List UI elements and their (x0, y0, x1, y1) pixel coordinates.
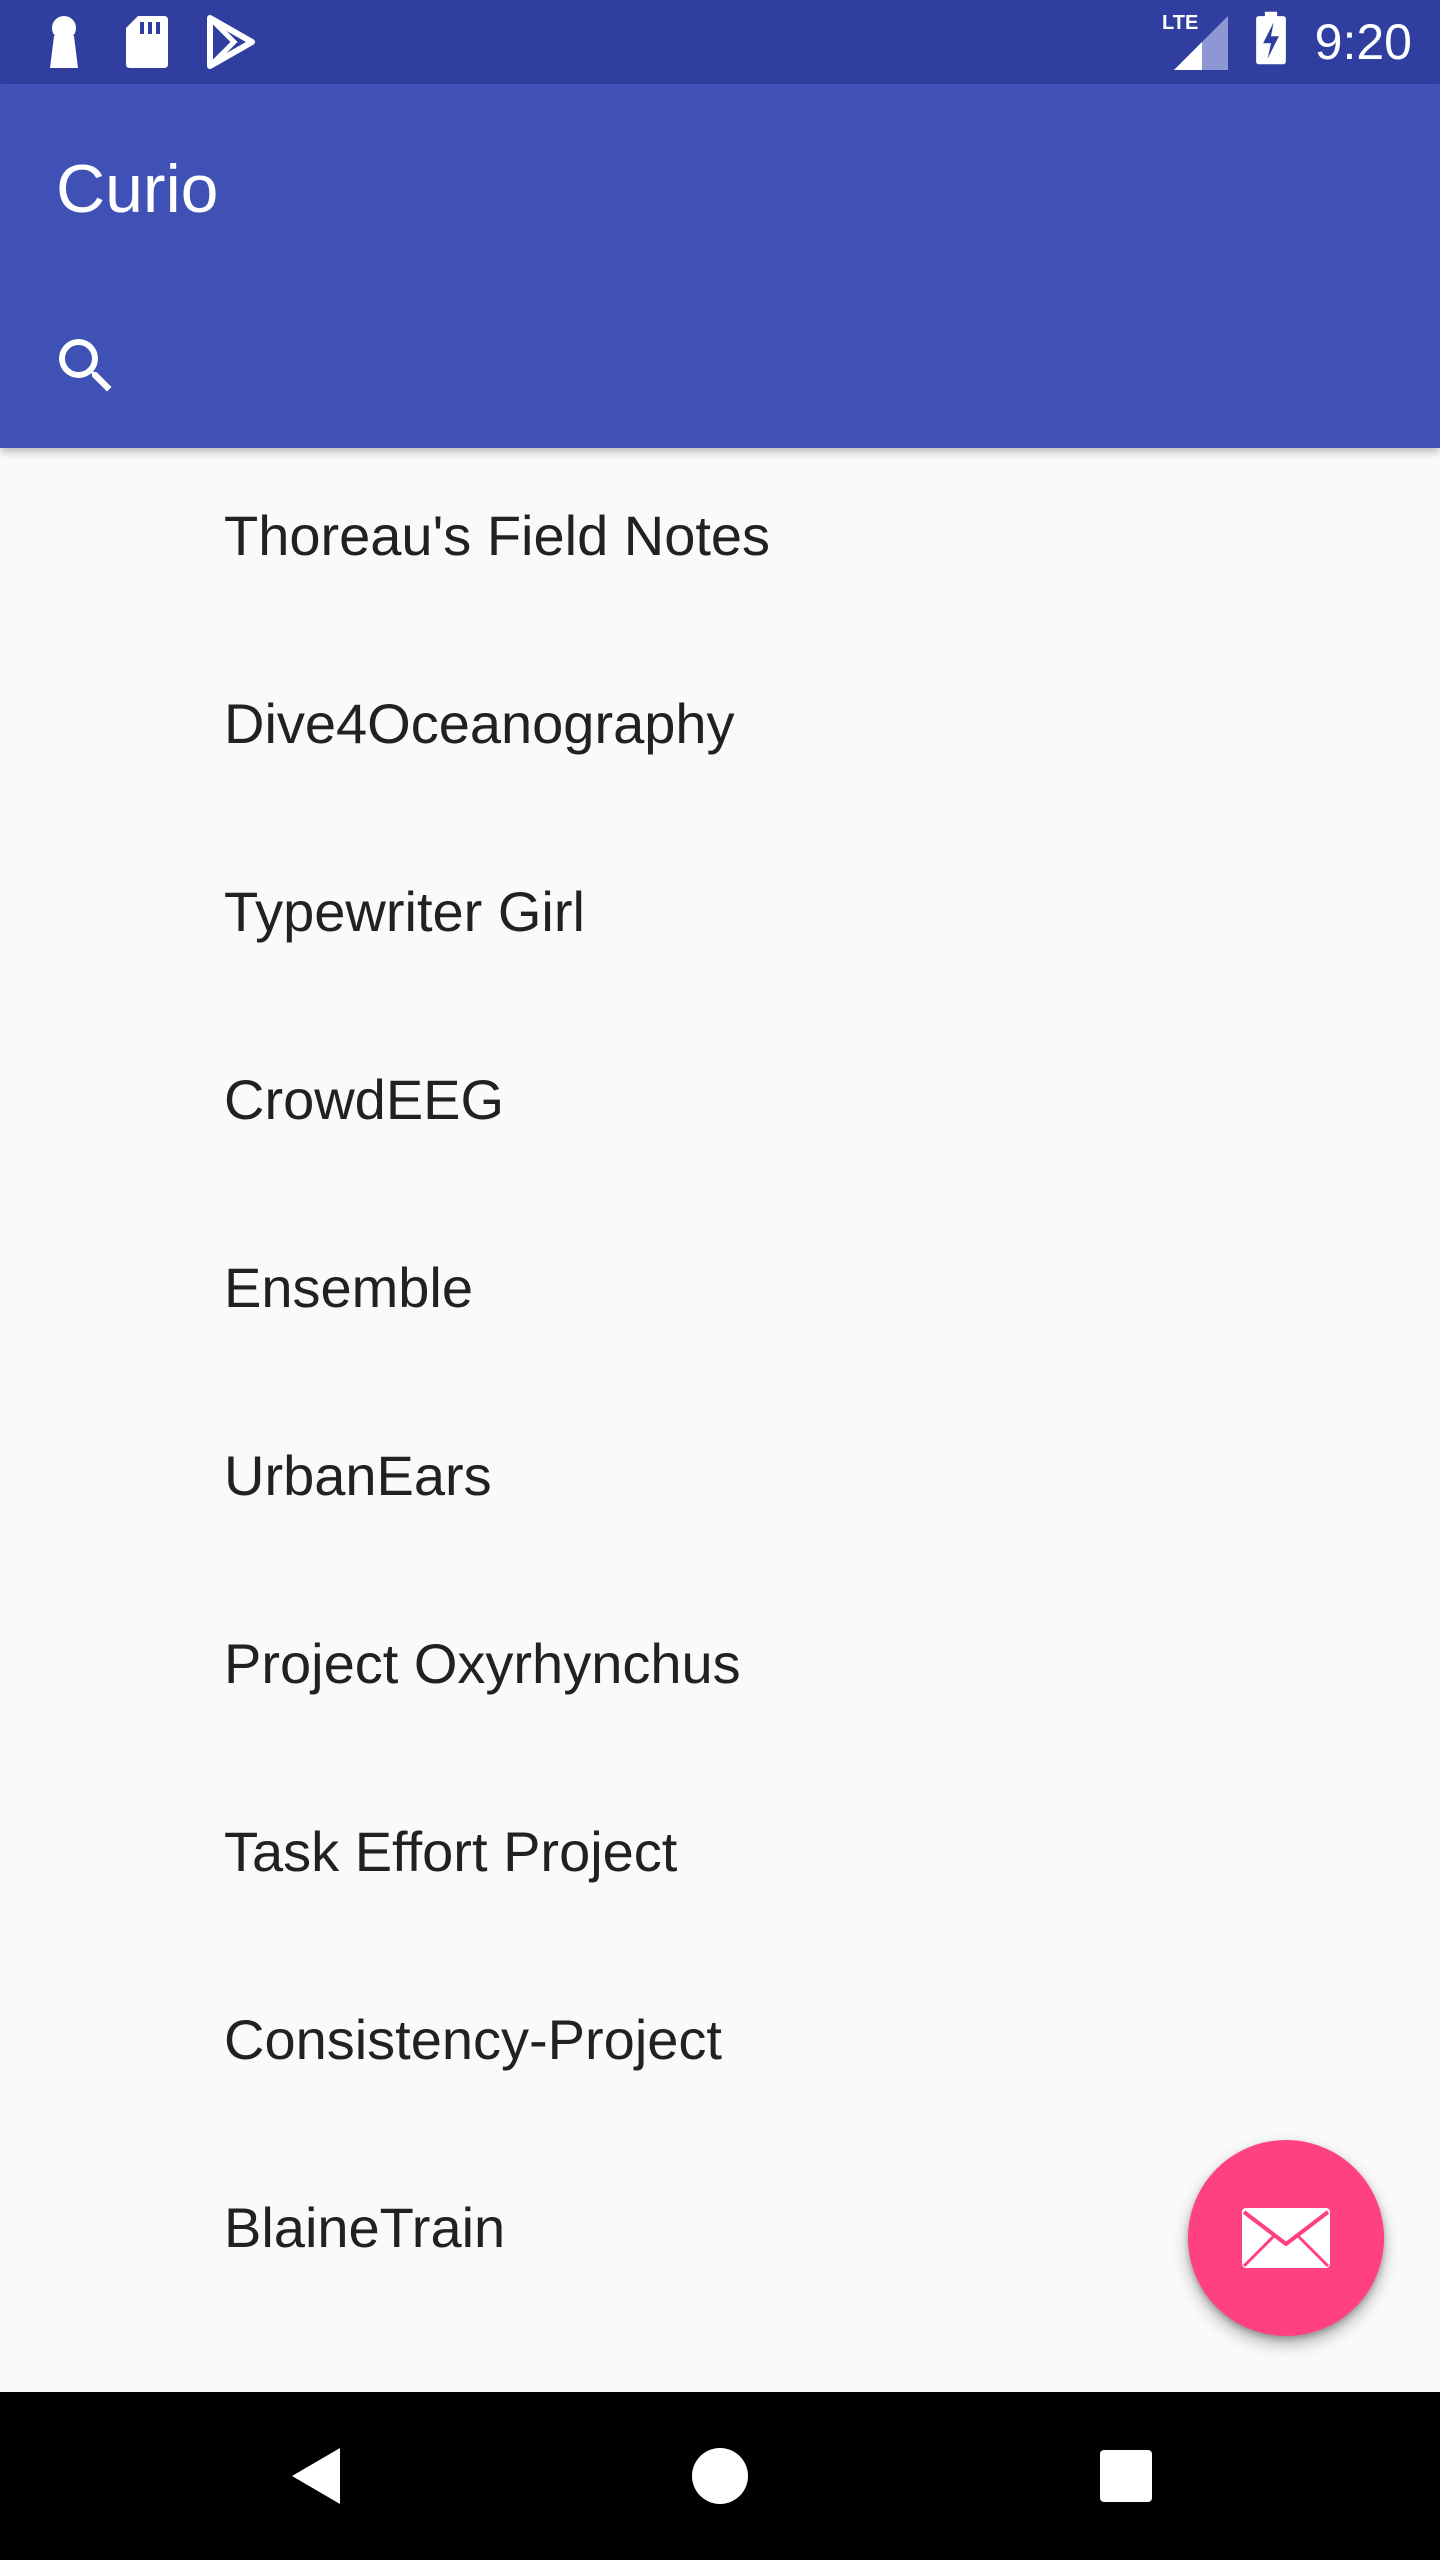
list-item-label: Ensemble (224, 1256, 474, 1319)
list-item[interactable]: UrbanEars (0, 1388, 1440, 1576)
sd-card-icon (126, 16, 168, 68)
list-item[interactable]: Project Oxyrhynchus (0, 1576, 1440, 1764)
list-item-label: Project Oxyrhynchus (224, 1632, 741, 1695)
battery-charging-icon (1256, 11, 1286, 65)
list-item[interactable]: Task Effort Project (0, 1764, 1440, 1952)
list-item[interactable]: Thoreau's Field Notes (0, 448, 1440, 636)
search-button[interactable] (40, 320, 132, 412)
lte-signal-icon: LTE (1162, 12, 1228, 72)
home-icon (692, 2448, 748, 2504)
list-item-label: Task Effort Project (224, 1820, 678, 1883)
list-item-label: Thoreau's Field Notes (224, 504, 771, 567)
project-list: Thoreau's Field Notes Dive4Oceanography … (0, 448, 1440, 2328)
list-item-label: Dive4Oceanography (224, 692, 735, 755)
app-bar: Curio (0, 84, 1440, 448)
app-title: Curio (56, 151, 219, 227)
status-time: 9:20 (1314, 14, 1412, 70)
screen: LTE 9:20 Curio Thoreau's Field Notes Div… (0, 0, 1440, 2560)
home-button[interactable] (680, 2436, 760, 2516)
compose-mail-fab[interactable] (1188, 2140, 1384, 2336)
status-bar: LTE 9:20 (0, 0, 1440, 84)
list-item[interactable]: CrowdEEG (0, 1012, 1440, 1200)
list-item-label: UrbanEars (224, 1444, 492, 1507)
mail-icon (1242, 2208, 1330, 2268)
list-item-label: Consistency-Project (224, 2008, 722, 2071)
navigation-bar (0, 2392, 1440, 2560)
list-item-label: BlaineTrain (224, 2196, 506, 2259)
search-icon (59, 339, 112, 392)
recents-icon (1100, 2450, 1152, 2502)
back-button[interactable] (276, 2436, 356, 2516)
list-item-label: Typewriter Girl (224, 880, 585, 943)
recents-button[interactable] (1086, 2436, 1166, 2516)
list-item-label: CrowdEEG (224, 1068, 505, 1131)
list-item[interactable]: Ensemble (0, 1200, 1440, 1388)
back-icon (292, 2448, 340, 2504)
list-item[interactable]: Typewriter Girl (0, 824, 1440, 1012)
play-store-icon (207, 15, 255, 69)
list-item[interactable]: Dive4Oceanography (0, 636, 1440, 824)
list-item[interactable]: Consistency-Project (0, 1952, 1440, 2140)
keyhole-icon (50, 16, 78, 68)
